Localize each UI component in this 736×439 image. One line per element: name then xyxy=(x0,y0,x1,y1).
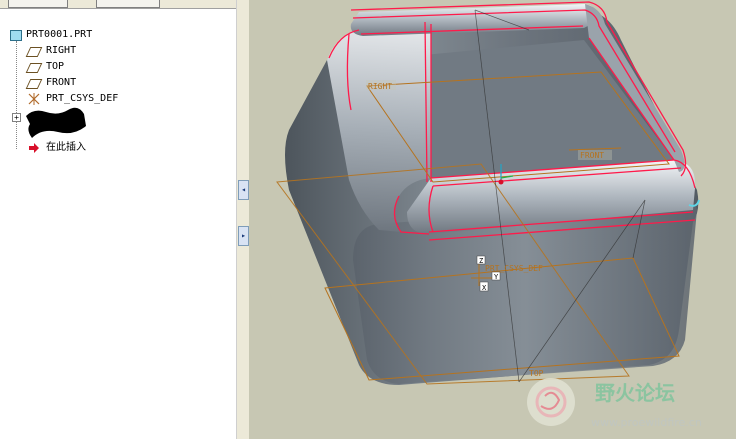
top-plane-label[interactable]: TOP xyxy=(529,369,544,378)
tree-item-label: PRT_CSYS_DEF xyxy=(46,93,119,104)
tree-root-label: PRT0001.PRT xyxy=(26,29,93,40)
datum-plane-icon xyxy=(25,47,43,57)
datum-plane-icon xyxy=(25,63,43,73)
insert-arrow-icon xyxy=(29,143,39,153)
watermark-title: 野火论坛 xyxy=(595,381,675,405)
forum-watermark: 野火论坛 www.proewildfire.cn xyxy=(527,378,702,429)
watermark-url: www.proewildfire.cn xyxy=(591,416,702,429)
tree-item-label: RIGHT xyxy=(46,45,77,56)
redaction-scribble xyxy=(26,107,86,138)
panel-splitter[interactable]: ◂ ▸ xyxy=(236,0,250,439)
csys-label: PRT_CSYS_DEF xyxy=(485,264,543,273)
tree-guide-line xyxy=(16,41,17,149)
box-model[interactable] xyxy=(285,1,700,385)
model-canvas[interactable]: RIGHT FRONT TOP Z Y X PRT_CSYS_DEF 野火论坛 … xyxy=(249,0,736,439)
tree-item-label: FRONT xyxy=(46,77,77,88)
front-plane-label[interactable]: FRONT xyxy=(580,151,604,160)
panel-tab-strip xyxy=(0,0,236,9)
csys-z-label: Z xyxy=(479,257,483,265)
tab-settings[interactable] xyxy=(96,0,160,8)
part-icon xyxy=(10,30,22,41)
insert-here-label: 在此插入 xyxy=(46,142,86,153)
csys-icon xyxy=(28,93,40,105)
tab-show[interactable] xyxy=(8,0,68,8)
right-plane-label[interactable]: RIGHT xyxy=(368,82,392,91)
model-tree-panel: PRT0001.PRT RIGHT TOP FRONT PRT_CSYS_DEF… xyxy=(0,0,237,439)
datum-plane-icon xyxy=(25,79,43,89)
expand-right-button[interactable]: ▸ xyxy=(238,226,249,246)
tree-item-label: TOP xyxy=(46,61,65,72)
expand-plus-icon[interactable]: + xyxy=(12,113,21,122)
graphics-viewport[interactable]: RIGHT FRONT TOP Z Y X PRT_CSYS_DEF 野火论坛 … xyxy=(249,0,736,439)
collapse-left-button[interactable]: ◂ xyxy=(238,180,249,200)
